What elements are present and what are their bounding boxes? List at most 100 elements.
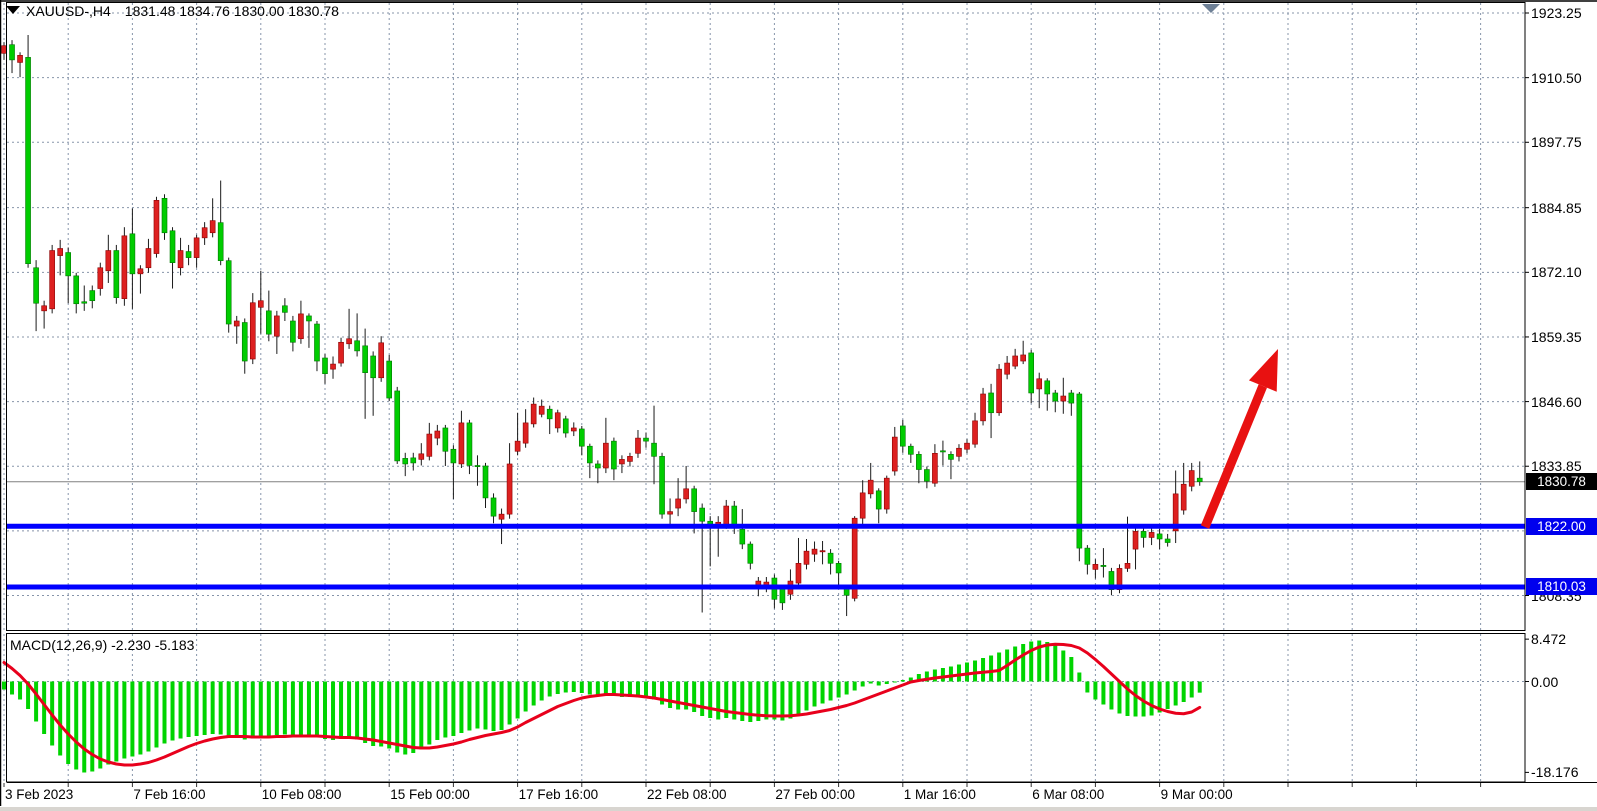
- level-badge-1822[interactable]: 1822.00: [1526, 518, 1597, 535]
- candle-body: [724, 506, 729, 524]
- price-axis-label: 1884.85: [1531, 200, 1582, 216]
- candle-body: [162, 198, 167, 232]
- candle-body: [1069, 393, 1074, 403]
- candle-body: [1189, 471, 1194, 487]
- candle-body: [26, 57, 31, 263]
- candle-body: [1149, 532, 1154, 537]
- symbol-period-label: XAUUSD-,H4: [26, 3, 111, 19]
- candle-body: [202, 228, 207, 238]
- candle-body: [780, 588, 785, 603]
- candle-body: [603, 443, 608, 468]
- candle-body: [507, 464, 512, 514]
- candle-body: [411, 458, 416, 463]
- candle-body: [1197, 478, 1202, 482]
- candle-body: [467, 423, 472, 466]
- chart-canvas[interactable]: [0, 0, 1597, 811]
- time-axis-label: 1 Mar 16:00: [904, 787, 976, 802]
- candle-body: [323, 358, 328, 374]
- candle-body: [403, 458, 408, 464]
- candle-body: [547, 409, 552, 419]
- candle-body: [178, 251, 183, 268]
- candle-body: [170, 231, 175, 263]
- candle-body: [732, 506, 737, 526]
- time-axis-label: 7 Feb 16:00: [133, 787, 205, 802]
- time-axis-label: 10 Feb 08:00: [262, 787, 342, 802]
- candle-body: [339, 342, 344, 363]
- candle-body: [106, 251, 111, 271]
- candle-body: [748, 544, 753, 563]
- candle-body: [1133, 531, 1138, 549]
- candle-body: [924, 470, 929, 482]
- candle-body: [916, 454, 921, 469]
- candle-body: [242, 323, 247, 362]
- candle-body: [138, 269, 143, 274]
- candle-body: [1125, 563, 1130, 568]
- candle-body: [965, 443, 970, 449]
- window-bottom-strip: [0, 807, 1597, 811]
- candle-body: [1005, 363, 1010, 374]
- candle-body: [740, 529, 745, 544]
- price-axis-label: 1923.25: [1531, 5, 1582, 21]
- candle-body: [379, 343, 384, 378]
- candle-body: [539, 406, 544, 414]
- candle-body: [611, 441, 616, 469]
- candle-body: [860, 493, 865, 518]
- trading-chart-window: XAUUSD-,H4 1831.48 1834.76 1830.00 1830.…: [0, 0, 1597, 811]
- candle-body: [644, 438, 649, 441]
- candle-body: [660, 456, 665, 514]
- candle-body: [1181, 484, 1186, 510]
- candle-body: [515, 441, 520, 451]
- candle-body: [98, 268, 103, 289]
- time-axis-label: 22 Feb 08:00: [647, 787, 727, 802]
- candle-body: [1085, 548, 1090, 564]
- candle-body: [956, 448, 961, 456]
- ohlc-values-label: 1831.48 1834.76 1830.00 1830.78: [125, 3, 339, 19]
- candle-body: [981, 394, 986, 421]
- candle-body: [290, 321, 295, 342]
- candle-body: [226, 261, 231, 324]
- forecast-arrow-shaft[interactable]: [1205, 386, 1263, 527]
- candle-body: [387, 361, 392, 398]
- price-axis-label: 1859.35: [1531, 329, 1582, 345]
- candle-body: [892, 437, 897, 471]
- candle-body: [1053, 393, 1058, 401]
- candle-body: [130, 234, 135, 274]
- candle-body: [563, 419, 568, 433]
- symbol-dropdown-icon[interactable]: [6, 6, 20, 14]
- candle-body: [1093, 564, 1098, 569]
- candle-body: [435, 431, 440, 438]
- candle-body: [940, 451, 945, 452]
- candle-body: [210, 221, 215, 233]
- price-axis-label: 1833.85: [1531, 458, 1582, 474]
- candle-body: [692, 489, 697, 512]
- macd-axis-label: 8.472: [1531, 631, 1566, 647]
- candle-body: [579, 429, 584, 446]
- time-axis-label: 9 Mar 00:00: [1161, 787, 1233, 802]
- candle-body: [74, 276, 79, 304]
- candle-body: [820, 551, 825, 552]
- forecast-arrow-head[interactable]: [1249, 349, 1278, 392]
- candle-body: [146, 248, 151, 267]
- level-badge-1810[interactable]: 1810.03: [1526, 578, 1597, 595]
- candle-body: [34, 268, 39, 303]
- candle-body: [1141, 531, 1146, 537]
- chart-shift-marker-icon[interactable]: [1202, 4, 1220, 13]
- candle-body: [900, 426, 905, 446]
- current-price-badge: 1830.78: [1526, 473, 1597, 490]
- candle-body: [1045, 381, 1050, 394]
- candle-body: [619, 459, 624, 464]
- candle-body: [58, 248, 63, 255]
- candle-body: [419, 454, 424, 460]
- candle-body: [314, 324, 319, 361]
- candle-body: [1101, 565, 1106, 566]
- candle-body: [266, 311, 271, 334]
- macd-axis-label: 0.00: [1531, 674, 1558, 690]
- candle-body: [973, 421, 978, 444]
- candle-body: [1037, 379, 1042, 389]
- candle-body: [997, 369, 1002, 413]
- candle-body: [363, 346, 368, 373]
- time-axis-label: 15 Feb 00:00: [390, 787, 470, 802]
- candle-body: [1061, 396, 1066, 401]
- candle-body: [555, 413, 560, 428]
- time-axis-label: 17 Feb 16:00: [519, 787, 599, 802]
